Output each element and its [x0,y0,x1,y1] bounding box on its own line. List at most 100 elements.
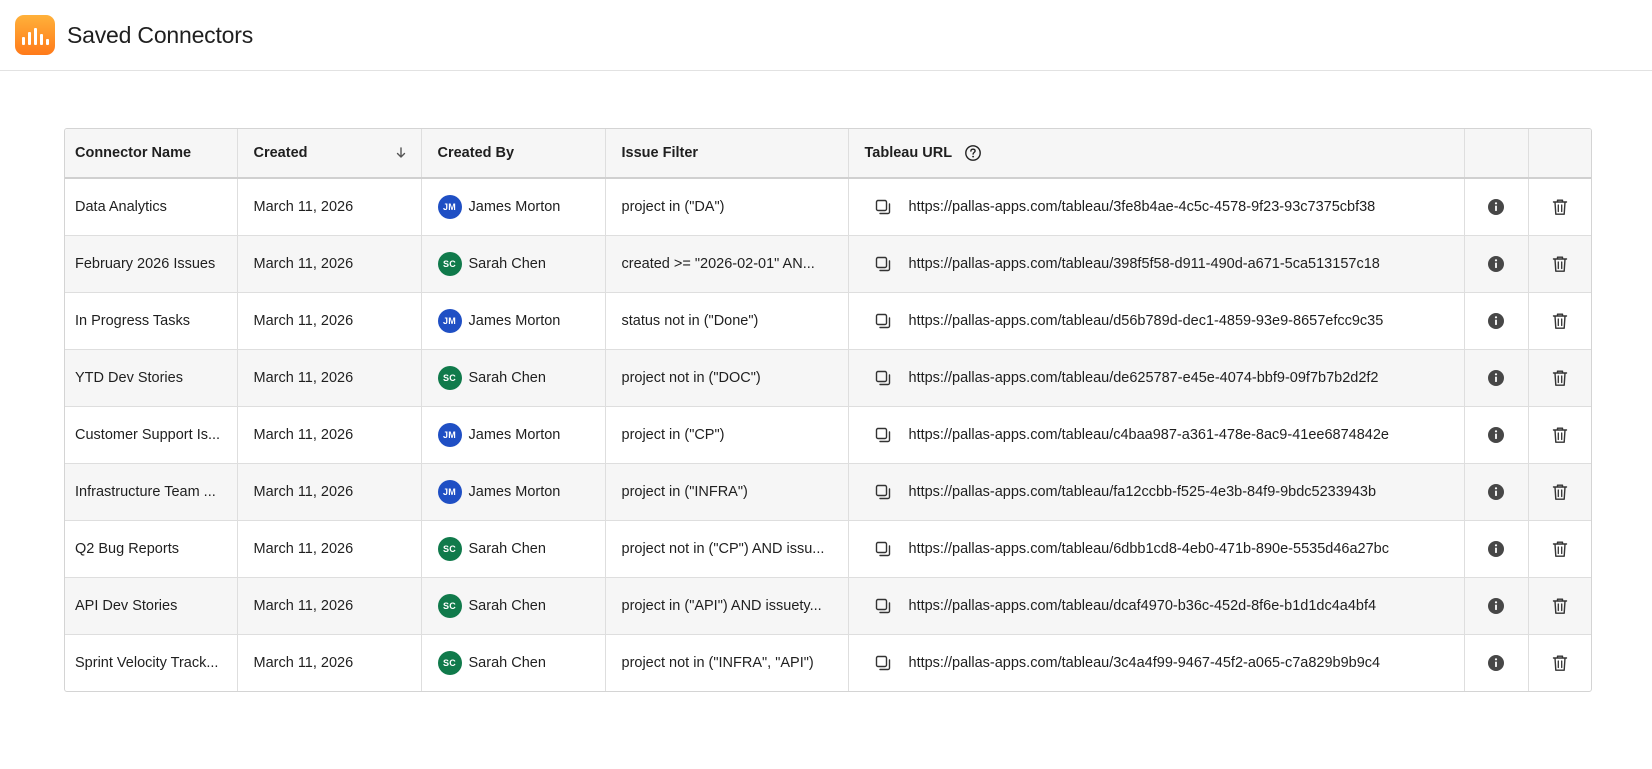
delete-cell [1528,406,1591,464]
copy-icon[interactable] [872,652,894,674]
connector-name-cell[interactable]: February 2026 Issues [65,235,238,293]
help-icon[interactable] [964,144,982,162]
column-header-delete [1528,129,1591,179]
copy-icon[interactable] [872,424,894,446]
tableau-url-link[interactable]: https://pallas-apps.com/tableau/fa12ccbb… [909,484,1377,500]
created-by-cell: JM James Morton [421,178,606,236]
column-header-issue-filter[interactable]: Issue Filter [605,129,849,179]
tableau-url-link[interactable]: https://pallas-apps.com/tableau/dcaf4970… [909,598,1377,614]
avatar: SC [437,365,462,390]
user-name: James Morton [468,426,561,443]
tableau-url-cell: https://pallas-apps.com/tableau/d56b789d… [848,292,1465,350]
connector-name-cell[interactable]: API Dev Stories [65,577,238,635]
delete-cell [1528,235,1591,293]
info-icon[interactable] [1482,649,1510,677]
table-row[interactable]: Data Analytics March 11, 2026 JM James Mort… [65,178,1591,236]
tableau-url-cell: https://pallas-apps.com/tableau/fa12ccbb… [848,463,1465,521]
table-row[interactable]: Sprint Velocity Track... March 11, 2026 SC… [65,634,1591,691]
user-name: Sarah Chen [468,255,546,272]
arrow-down-icon[interactable] [395,145,407,161]
trash-icon[interactable] [1546,421,1574,449]
issue-filter-cell: project in ("API") AND issuety... [605,577,849,635]
copy-icon[interactable] [872,367,894,389]
page-title: Saved Connectors [67,22,254,48]
column-header-tableau-url[interactable]: Tableau URL [848,129,1465,179]
connector-name-cell[interactable]: YTD Dev Stories [65,349,238,407]
trash-icon[interactable] [1546,478,1574,506]
trash-icon[interactable] [1546,364,1574,392]
copy-icon[interactable] [872,595,894,617]
created-by-cell: SC Sarah Chen [421,634,606,691]
info-icon[interactable] [1482,193,1510,221]
created-date-cell: March 11, 2026 [237,349,422,407]
connector-name-cell[interactable]: Data Analytics [65,178,238,236]
connector-name-cell[interactable]: Q2 Bug Reports [65,520,238,578]
connector-name-cell[interactable]: Infrastructure Team ... [65,463,238,521]
trash-icon[interactable] [1546,250,1574,278]
user-name: Sarah Chen [468,654,546,671]
trash-icon[interactable] [1546,193,1574,221]
connector-name-cell[interactable]: In Progress Tasks [65,292,238,350]
info-icon[interactable] [1482,421,1510,449]
column-header-created[interactable]: Created [237,129,422,179]
tableau-url-link[interactable]: https://pallas-apps.com/tableau/c4baa987… [909,427,1389,443]
column-header-connector-name[interactable]: Connector Name [65,129,238,179]
tableau-url-link[interactable]: https://pallas-apps.com/tableau/de625787… [909,370,1379,386]
created-date-cell: March 11, 2026 [237,520,422,578]
created-date-cell: March 11, 2026 [237,406,422,464]
connector-name-cell[interactable]: Sprint Velocity Track... [65,634,238,691]
table-row[interactable]: API Dev Stories March 11, 2026 SC Sarah Che… [65,577,1591,635]
created-by-cell: JM James Morton [421,463,606,521]
copy-icon[interactable] [872,253,894,275]
table-row[interactable]: In Progress Tasks March 11, 2026 JM James M… [65,292,1591,350]
avatar: SC [437,251,462,276]
issue-filter-cell: status not in ("Done") [605,292,849,350]
issue-filter-cell: project not in ("CP") AND issu... [605,520,849,578]
created-by-cell: SC Sarah Chen [421,235,606,293]
tableau-url-cell: https://pallas-apps.com/tableau/dcaf4970… [848,577,1465,635]
table-row[interactable]: Q2 Bug Reports March 11, 2026 SC Sarah Chen… [65,520,1591,578]
tableau-url-link[interactable]: https://pallas-apps.com/tableau/398f5f58… [909,256,1380,272]
trash-icon[interactable] [1546,592,1574,620]
trash-icon[interactable] [1546,535,1574,563]
user-name: Sarah Chen [468,540,546,557]
bar-chart-icon [15,15,55,55]
tableau-url-link[interactable]: https://pallas-apps.com/tableau/3fe8b4ae… [909,199,1376,215]
connector-name-cell[interactable]: Customer Support Is... [65,406,238,464]
table-row[interactable]: Customer Support Is... March 11, 2026 JM Ja… [65,406,1591,464]
tableau-url-link[interactable]: https://pallas-apps.com/tableau/6dbb1cd8… [909,541,1389,557]
copy-icon[interactable] [872,310,894,332]
issue-filter-cell: project not in ("DOC") [605,349,849,407]
tableau-url-cell: https://pallas-apps.com/tableau/398f5f58… [848,235,1465,293]
info-icon[interactable] [1482,535,1510,563]
tableau-url-link[interactable]: https://pallas-apps.com/tableau/3c4a4f99… [909,655,1381,671]
info-cell [1464,349,1529,407]
table-row[interactable]: YTD Dev Stories March 11, 2026 SC Sarah Che… [65,349,1591,407]
info-cell [1464,292,1529,350]
trash-icon[interactable] [1546,649,1574,677]
created-date-cell: March 11, 2026 [237,463,422,521]
delete-cell [1528,520,1591,578]
created-by-cell: JM James Morton [421,292,606,350]
info-icon[interactable] [1482,364,1510,392]
table-row[interactable]: February 2026 Issues March 11, 2026 SC Sara… [65,235,1591,293]
table-row[interactable]: Infrastructure Team ... March 11, 2026 JM J… [65,463,1591,521]
info-icon[interactable] [1482,592,1510,620]
user-name: James Morton [468,198,561,215]
avatar: JM [437,422,462,447]
table-header-row: Connector Name Created Created By Issue … [65,129,1591,179]
info-icon[interactable] [1482,307,1510,335]
created-by-cell: SC Sarah Chen [421,520,606,578]
avatar: SC [437,593,462,618]
copy-icon[interactable] [872,196,894,218]
column-header-created-by[interactable]: Created By [421,129,606,179]
tableau-url-link[interactable]: https://pallas-apps.com/tableau/d56b789d… [909,313,1384,329]
copy-icon[interactable] [872,538,894,560]
column-header-info [1464,129,1529,179]
tableau-url-cell: https://pallas-apps.com/tableau/de625787… [848,349,1465,407]
info-icon[interactable] [1482,250,1510,278]
tableau-url-cell: https://pallas-apps.com/tableau/6dbb1cd8… [848,520,1465,578]
trash-icon[interactable] [1546,307,1574,335]
copy-icon[interactable] [872,481,894,503]
info-icon[interactable] [1482,478,1510,506]
